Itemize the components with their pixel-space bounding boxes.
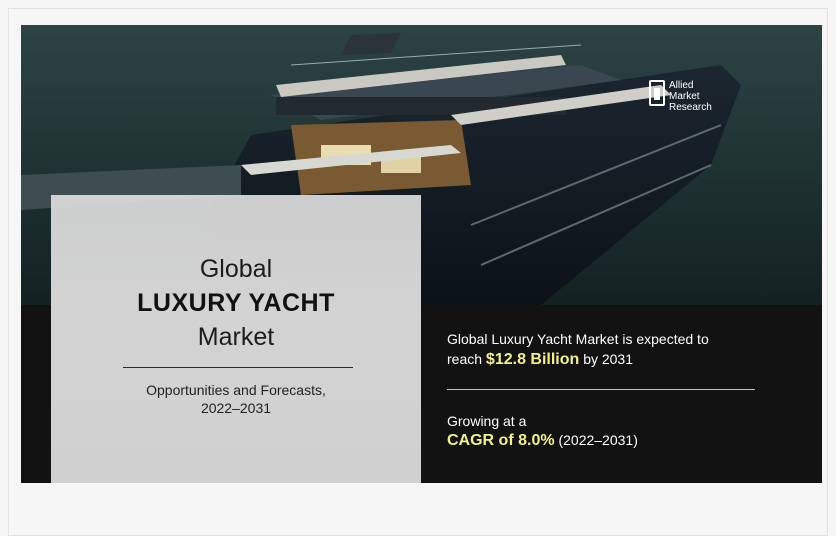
logo-line1: Allied — [669, 80, 694, 91]
cagr-period: (2022–2031) — [558, 432, 638, 448]
logo-line3: Research — [669, 102, 712, 113]
subtitle-line1: Opportunities and Forecasts, — [146, 382, 326, 398]
title-line-global: Global — [199, 255, 273, 283]
logo-mark-icon — [649, 80, 665, 106]
title-line-market: Market — [197, 323, 275, 351]
forecast-line1: Global Luxury Yacht Market is expected t… — [447, 331, 709, 347]
info-divider — [447, 389, 755, 390]
cagr-line: CAGR of 8.0% (2022–2031) — [447, 432, 638, 450]
reach-suffix: by 2031 — [583, 351, 634, 367]
title-line-luxury-yacht: LUXURY YACHT — [137, 289, 335, 317]
title-divider — [123, 367, 353, 368]
allied-market-research-logo: Allied Market Research — [649, 80, 719, 120]
reach-prefix: reach — [447, 351, 483, 367]
growing-text: Growing at a — [447, 413, 527, 429]
cagr-highlight: CAGR of 8.0% — [447, 432, 555, 449]
title-panel: Global LUXURY YACHT Market Opportunities… — [51, 195, 421, 483]
subtitle-line2: 2022–2031 — [200, 400, 272, 416]
market-value-highlight: $12.8 Billion — [485, 351, 580, 368]
market-banner: Allied Market Research Global LUXURY YAC… — [21, 25, 822, 483]
subtitle: Opportunities and Forecasts, 2022–2031 — [51, 381, 421, 417]
logo-line2: Market — [669, 91, 700, 102]
forecast-line2: reach $12.8 Billion by 2031 — [447, 351, 787, 369]
